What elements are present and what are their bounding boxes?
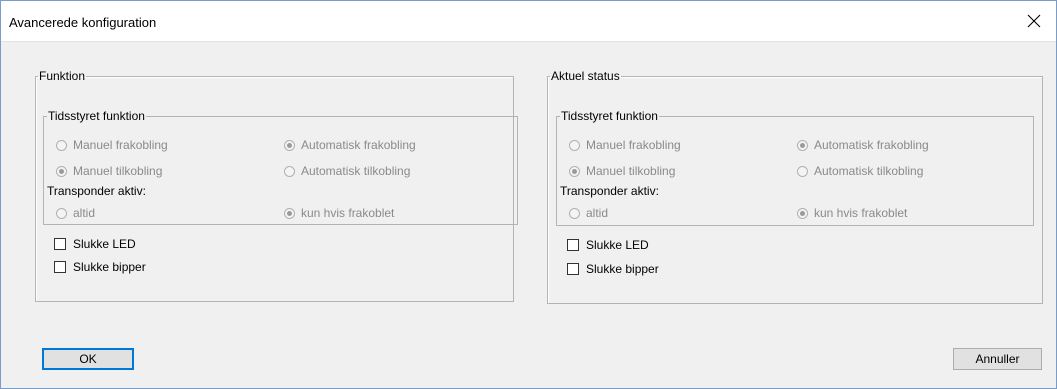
left-radio-auto-off[interactable]: Automatisk frakobling — [284, 137, 416, 153]
radio-icon — [569, 207, 580, 219]
ok-button[interactable]: OK — [42, 348, 134, 370]
radio-icon — [797, 207, 808, 219]
function-panel: Funktion Tidsstyret funktion Manuel frak… — [35, 69, 518, 302]
left-radio-manual-on[interactable]: Manuel tilkobling — [56, 163, 162, 179]
right-checkbox-slukke-bipper-label: Slukke bipper — [586, 262, 659, 276]
left-transponder-label: Transponder aktiv: — [47, 184, 146, 198]
status-panel-title: Aktuel status — [551, 69, 620, 83]
left-checkbox-slukke-bipper-label: Slukke bipper — [73, 260, 146, 274]
left-radio-manual-off-label: Manuel frakobling — [73, 138, 168, 152]
radio-icon — [284, 165, 295, 177]
left-radio-transponder-only-off[interactable]: kun hvis frakoblet — [284, 205, 394, 221]
right-radio-transponder-only-off[interactable]: kun hvis frakoblet — [797, 205, 907, 221]
radio-icon — [569, 139, 580, 151]
checkbox-box — [567, 239, 579, 251]
left-checkbox-slukke-bipper[interactable]: Slukke bipper — [54, 259, 146, 275]
left-checkbox-slukke-led-label: Slukke LED — [73, 237, 136, 251]
left-radio-manual-off[interactable]: Manuel frakobling — [56, 137, 168, 153]
right-timed-function-title: Tidsstyret funktion — [561, 109, 658, 123]
radio-icon — [56, 139, 67, 151]
radio-icon — [284, 207, 295, 219]
right-radio-manual-off-label: Manuel frakobling — [586, 138, 681, 152]
radio-icon — [569, 165, 580, 177]
left-radio-auto-off-label: Automatisk frakobling — [301, 138, 416, 152]
right-radio-manual-on[interactable]: Manuel tilkobling — [569, 163, 675, 179]
function-panel-title: Funktion — [39, 69, 86, 83]
left-radio-transponder-always-label: altid — [73, 206, 96, 220]
right-timed-function-group: Tidsstyret funktion Manuel frakobling Au… — [556, 109, 1034, 226]
left-timed-function-group: Tidsstyret funktion Manuel frakobling Au… — [43, 109, 518, 225]
checkbox-box — [54, 238, 66, 250]
left-radio-auto-on-label: Automatisk tilkobling — [301, 164, 411, 178]
left-timed-function-title: Tidsstyret funktion — [48, 109, 145, 123]
close-button[interactable] — [1012, 1, 1056, 41]
right-radio-transponder-always[interactable]: altid — [569, 205, 608, 221]
radio-icon — [284, 139, 295, 151]
right-radio-auto-off-label: Automatisk frakobling — [814, 138, 929, 152]
left-radio-manual-on-label: Manuel tilkobling — [73, 164, 163, 178]
right-radio-transponder-always-label: altid — [586, 206, 609, 220]
left-radio-transponder-only-off-label: kun hvis frakoblet — [301, 206, 395, 220]
right-radio-auto-on-label: Automatisk tilkobling — [814, 164, 924, 178]
right-radio-auto-off[interactable]: Automatisk frakobling — [797, 137, 929, 153]
dialog-window: Avancerede konfiguration Funktion Tidsst… — [0, 0, 1057, 389]
right-radio-manual-off[interactable]: Manuel frakobling — [569, 137, 681, 153]
right-transponder-label: Transponder aktiv: — [560, 184, 659, 198]
checkbox-box — [54, 261, 66, 273]
right-radio-auto-on[interactable]: Automatisk tilkobling — [797, 163, 923, 179]
status-panel: Aktuel status Tidsstyret funktion Manuel… — [547, 69, 1043, 304]
cancel-button[interactable]: Annuller — [953, 348, 1042, 370]
right-checkbox-slukke-led-label: Slukke LED — [586, 238, 649, 252]
left-checkbox-slukke-led[interactable]: Slukke LED — [54, 236, 136, 252]
radio-icon — [797, 139, 808, 151]
radio-icon — [56, 207, 67, 219]
right-radio-manual-on-label: Manuel tilkobling — [586, 164, 676, 178]
left-radio-transponder-always[interactable]: altid — [56, 205, 95, 221]
right-checkbox-slukke-bipper[interactable]: Slukke bipper — [567, 261, 659, 277]
left-radio-auto-on[interactable]: Automatisk tilkobling — [284, 163, 410, 179]
title-bar: Avancerede konfiguration — [1, 1, 1056, 42]
checkbox-box — [567, 263, 579, 275]
dialog-title: Avancerede konfiguration — [9, 15, 157, 30]
radio-icon — [797, 165, 808, 177]
right-checkbox-slukke-led[interactable]: Slukke LED — [567, 237, 649, 253]
radio-icon — [56, 165, 67, 177]
right-radio-transponder-only-off-label: kun hvis frakoblet — [814, 206, 908, 220]
close-icon — [1027, 14, 1041, 28]
